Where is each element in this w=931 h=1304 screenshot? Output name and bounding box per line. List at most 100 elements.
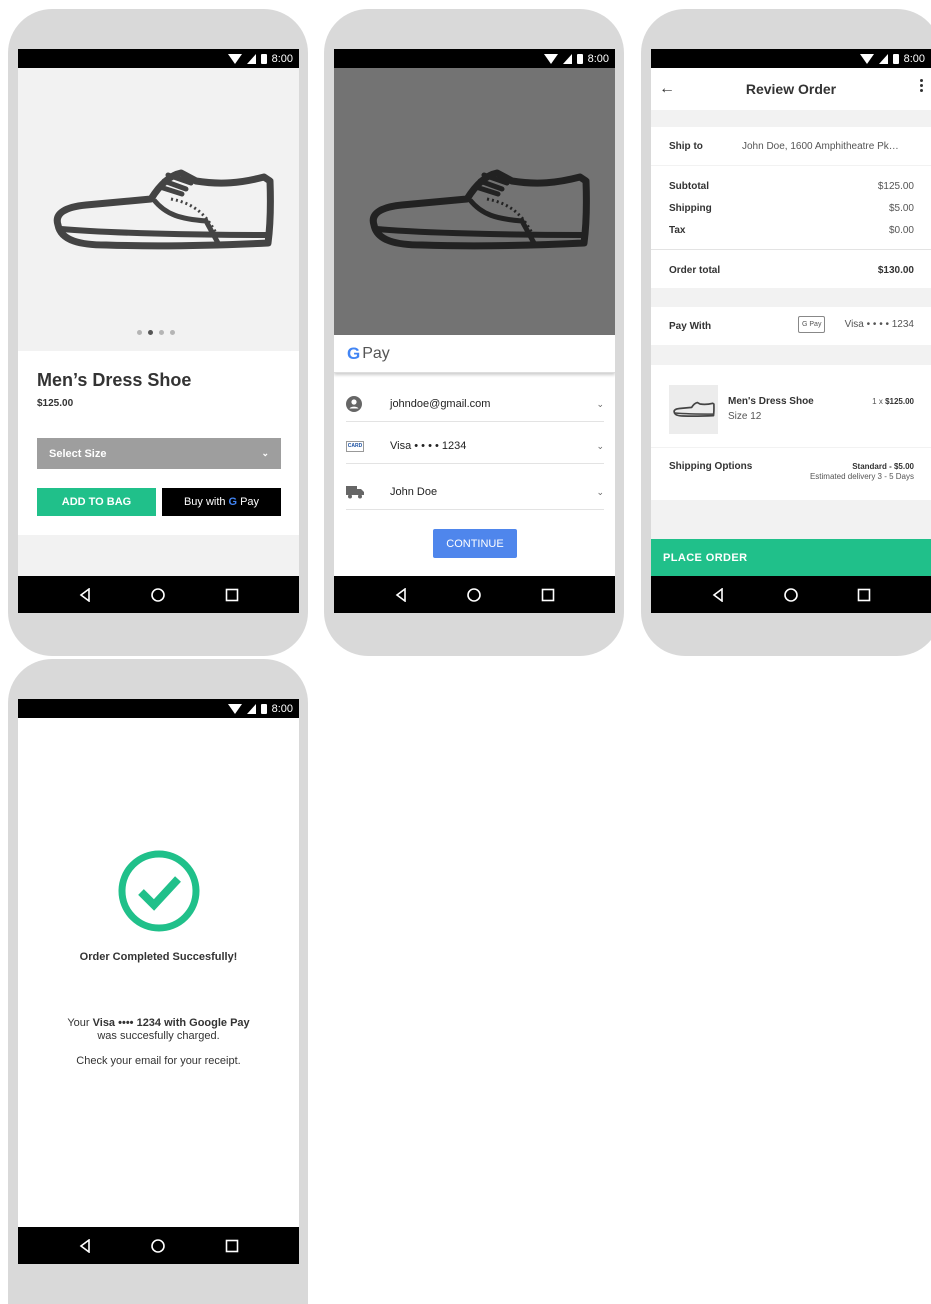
- back-nav-icon[interactable]: [78, 587, 92, 602]
- ship-to-label: Ship to: [669, 141, 703, 152]
- shipping-eta: Estimated delivery 3 - 5 Days: [809, 472, 914, 481]
- chevron-down-icon: ⌄: [261, 448, 269, 458]
- status-time: 8:00: [587, 52, 609, 65]
- add-to-bag-button[interactable]: ADD TO BAG: [37, 488, 156, 516]
- buy-with-label: Buy with: [183, 496, 226, 508]
- status-bar: 8:00: [334, 49, 615, 68]
- shipping-label: Shipping: [669, 203, 712, 214]
- carousel-dot[interactable]: [159, 330, 164, 335]
- dimmed-product-area: [334, 68, 615, 335]
- chevron-down-icon: ⌄: [596, 398, 604, 409]
- product-price: $125.00: [37, 398, 74, 409]
- home-nav-icon[interactable]: [467, 587, 482, 602]
- battery-icon: [260, 53, 267, 64]
- home-nav-icon[interactable]: [151, 1238, 166, 1253]
- gpay-badge: G Pay: [798, 316, 826, 333]
- recents-nav-icon[interactable]: [225, 588, 239, 602]
- gpay-pay-label: Pay: [240, 496, 260, 508]
- back-nav-icon[interactable]: [78, 1238, 92, 1253]
- item-price: $125.00: [885, 397, 914, 406]
- account-email: johndoe@gmail.com: [390, 398, 491, 410]
- subtotal-value: $125.00: [877, 181, 914, 192]
- wifi-icon: [543, 53, 558, 64]
- back-nav-icon[interactable]: [394, 587, 408, 602]
- shipping-options-label: Shipping Options: [669, 461, 753, 472]
- battery-icon: [576, 53, 583, 64]
- charge-line-1-bold: Visa •••• 1234 with Google Pay: [92, 1017, 250, 1029]
- divider: [346, 463, 604, 464]
- nav-bar: [18, 576, 299, 613]
- chevron-down-icon: ⌄: [596, 440, 604, 451]
- gpay-sheet-pay: Pay: [362, 344, 390, 362]
- status-time: 8:00: [271, 702, 293, 715]
- product-image-area[interactable]: [18, 68, 299, 351]
- subtotal-label: Subtotal: [669, 181, 709, 192]
- item-price-line: 1 x $125.00: [872, 397, 914, 406]
- battery-icon: [892, 53, 899, 64]
- status-bar: 8:00: [18, 699, 299, 718]
- nav-bar: [651, 576, 931, 613]
- buy-with-gpay-button[interactable]: Buy with G Pay: [162, 488, 281, 516]
- truck-icon: [346, 486, 364, 499]
- continue-button[interactable]: CONTINUE: [433, 529, 517, 558]
- google-g-icon: G: [347, 343, 361, 363]
- phone-order-complete: 8:00 Order Completed Succesfully! Your V…: [8, 659, 308, 1304]
- phone-review-order: 8:00 ← Review Order Ship to John Doe, 16…: [641, 9, 931, 656]
- home-nav-icon[interactable]: [151, 587, 166, 602]
- shoe-icon: [53, 169, 274, 250]
- item-size: Size 12: [728, 411, 762, 422]
- shoe-icon: [369, 169, 590, 250]
- carousel-dots[interactable]: [137, 330, 175, 335]
- shipping-value: $5.00: [888, 203, 914, 214]
- recents-nav-icon[interactable]: [857, 588, 871, 602]
- item-thumbnail: [669, 385, 718, 434]
- shipping-row[interactable]: John Doe ⌄: [346, 475, 604, 509]
- item-qty: 1 x: [872, 397, 883, 406]
- more-vert-icon[interactable]: [920, 79, 923, 92]
- charge-line-2: was succesfully charged.: [97, 1030, 220, 1042]
- shipping-options-section[interactable]: Shipping Options Standard - $5.00 Estima…: [651, 448, 931, 500]
- item-name: Men's Dress Shoe: [728, 396, 814, 407]
- size-select-label: Select Size: [49, 447, 107, 460]
- card-icon: CARD: [346, 440, 364, 452]
- carousel-dot[interactable]: [137, 330, 142, 335]
- status-time: 8:00: [903, 52, 925, 65]
- carousel-dot[interactable]: [170, 330, 175, 335]
- charge-line-1-pre: Your: [67, 1017, 90, 1029]
- check-circle-icon: [118, 850, 200, 932]
- payment-card: Visa • • • • 1234: [390, 440, 467, 452]
- tax-label: Tax: [669, 225, 686, 236]
- wifi-icon: [227, 53, 242, 64]
- page-title: Review Order: [745, 81, 837, 97]
- shipping-option: Standard - $5.00: [852, 462, 914, 471]
- order-total-label: Order total: [669, 265, 721, 276]
- shipping-name: John Doe: [390, 486, 438, 498]
- pay-with-value: Visa • • • • 1234: [844, 319, 914, 330]
- cart-item[interactable]: Men's Dress Shoe Size 12 1 x $125.00: [651, 365, 931, 447]
- pay-with-section[interactable]: Pay With G Pay Visa • • • • 1234: [651, 307, 931, 345]
- home-nav-icon[interactable]: [784, 587, 798, 602]
- wifi-icon: [859, 53, 874, 64]
- recents-nav-icon[interactable]: [541, 588, 555, 602]
- account-icon: [346, 396, 362, 412]
- payment-method-row[interactable]: CARD Visa • • • • 1234 ⌄: [346, 429, 604, 463]
- chevron-down-icon: ⌄: [596, 486, 604, 497]
- size-select[interactable]: Select Size ⌄: [37, 438, 281, 469]
- back-nav-icon[interactable]: [711, 587, 725, 602]
- nav-bar: [334, 576, 615, 613]
- nav-bar: [18, 1227, 299, 1264]
- carousel-dot-active[interactable]: [148, 330, 153, 335]
- place-order-button[interactable]: PLACE ORDER: [651, 539, 931, 576]
- totals-section: Subtotal $125.00 Shipping $5.00 Tax $0.0…: [651, 166, 931, 288]
- review-order-screen: 8:00 ← Review Order Ship to John Doe, 16…: [651, 49, 931, 613]
- charge-line-1: Your Visa •••• 1234 with Google Pay: [18, 1017, 299, 1029]
- battery-icon: [260, 703, 267, 714]
- completion-title: Order Completed Succesfully!: [79, 951, 238, 963]
- shoe-icon: [673, 401, 715, 417]
- signal-icon: [562, 53, 572, 64]
- divider: [346, 421, 604, 422]
- order-complete-screen: 8:00 Order Completed Succesfully! Your V…: [18, 699, 299, 1264]
- account-row[interactable]: johndoe@gmail.com ⌄: [346, 387, 604, 421]
- ship-to-section[interactable]: Ship to John Doe, 1600 Amphitheatre Pk…: [651, 127, 931, 165]
- recents-nav-icon[interactable]: [225, 1239, 239, 1253]
